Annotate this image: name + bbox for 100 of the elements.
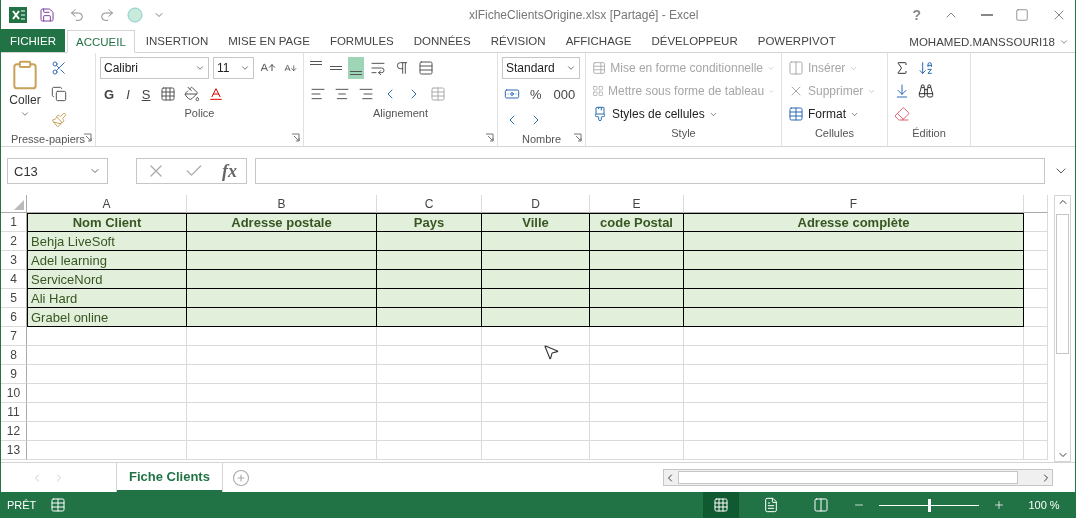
help-button[interactable]: ? (912, 7, 921, 23)
grid-cell (1024, 251, 1048, 270)
font-style-button[interactable]: G (100, 84, 119, 104)
copy-icon (51, 86, 67, 102)
grid-cell (1024, 289, 1048, 308)
grid-cell (1024, 270, 1048, 289)
number-format-field[interactable]: Standard (502, 57, 580, 79)
grid-cell (1024, 308, 1048, 327)
ribbon-item-icon (592, 60, 607, 76)
paste-button[interactable]: Coller (5, 57, 45, 131)
align-left-icon (310, 86, 326, 102)
dialog-launcher-icon[interactable] (485, 133, 494, 142)
binoculars-icon (918, 83, 934, 99)
table-cell: Adresse complète (684, 213, 1024, 232)
pilcrow-icon (394, 60, 410, 76)
table-cell: ServiceNord (27, 270, 187, 289)
zoom-in-icon[interactable] (993, 499, 1005, 511)
group-label: Nombre (521, 132, 562, 147)
view-icon (713, 497, 729, 513)
grid-cell (1024, 422, 1048, 441)
vertical-scrollbar[interactable] (1054, 195, 1071, 462)
dialog-launcher-icon[interactable] (573, 133, 582, 142)
text-angle-icon (370, 60, 386, 76)
ribbon-menu-item[interactable]: Format (786, 103, 883, 125)
view-icon (813, 497, 829, 513)
formula-input[interactable] (255, 158, 1045, 184)
ribbon-tab[interactable]: FICHIER (1, 29, 65, 52)
group-label: Style (671, 126, 696, 141)
group-label: Police (184, 106, 215, 121)
table-cell: Pays (377, 213, 482, 232)
number-style-button[interactable]: % (526, 84, 546, 104)
window-title: xlFicheClientsOrigine.xlsx [Partagé] - Excel (468, 8, 700, 22)
grid-cell (1024, 365, 1048, 384)
align-right-icon (358, 86, 374, 102)
zoom-reading[interactable]: 100 % (1019, 499, 1069, 511)
table-cell: Ali Hard (27, 289, 187, 308)
number-style-button[interactable]: 000 (549, 84, 580, 104)
grid-cell (1024, 346, 1048, 365)
dialog-launcher-icon[interactable] (83, 133, 92, 142)
paint-bucket-icon (184, 86, 201, 102)
font-style-button[interactable]: S (137, 84, 155, 104)
ribbon-item-icon (788, 60, 804, 76)
eraser-icon (894, 106, 910, 122)
ribbon-menu-item[interactable]: Styles de cellules (590, 103, 777, 125)
align-center-icon (334, 86, 350, 102)
grid-cell (1024, 384, 1048, 403)
horizontal-scrollbar[interactable] (663, 469, 1053, 486)
vertical-align-button[interactable] (348, 57, 364, 79)
scroll-thumb[interactable] (678, 471, 1018, 484)
caret-icon (566, 63, 576, 73)
font-style-button[interactable]: I (122, 84, 134, 104)
mouse-cursor-icon (542, 343, 560, 361)
save-icon (39, 7, 55, 23)
view-icon (763, 497, 779, 513)
banknote-icon (504, 86, 520, 102)
table-cell: Ville (482, 213, 590, 232)
account-name[interactable]: MOHAMED.MANSSOURI18 (909, 36, 1055, 48)
view-button[interactable] (703, 492, 739, 518)
sigma-icon (894, 60, 910, 76)
grid-cell (1024, 232, 1048, 251)
grid-cell (1024, 213, 1048, 232)
add-sheet-icon[interactable] (231, 468, 250, 487)
caret-icon (20, 109, 30, 119)
group-label: Cellules (814, 126, 855, 141)
merge-cells-icon (430, 86, 446, 102)
caret-icon (195, 63, 205, 73)
ribbon-tab[interactable]: ACCUEIL (67, 30, 135, 53)
font-name-field[interactable]: Calibri (100, 57, 209, 79)
align-lines-icon (310, 61, 322, 65)
caret-icon (1059, 37, 1069, 47)
scissors-icon (51, 60, 67, 76)
ribbon-item-icon (592, 83, 605, 99)
ribbon-item-icon (788, 106, 804, 122)
sheet-tab[interactable]: Fiche Clients (117, 462, 222, 492)
grid-cell (1024, 327, 1048, 346)
insert-function-button[interactable]: fx (222, 160, 237, 182)
scroll-thumb[interactable] (1056, 214, 1069, 354)
sort-icon (918, 60, 934, 76)
maximize-icon (1015, 8, 1029, 22)
ribbon-item-icon (592, 106, 608, 122)
borders-icon (160, 86, 177, 102)
table-cell: Behja LiveSoft (27, 232, 187, 251)
table-cell: Adel learning (27, 251, 187, 270)
align-lines-icon (350, 71, 362, 75)
redo-icon (99, 7, 115, 23)
paintbrush-icon (51, 112, 67, 128)
dialog-launcher-icon[interactable] (291, 133, 300, 142)
table-cell: Grabel online (27, 308, 187, 327)
font-size-field[interactable]: 11 (213, 57, 254, 79)
grid-cell (1024, 441, 1048, 460)
zoom-thumb[interactable] (928, 498, 931, 512)
table-cell: Nom Client (27, 213, 187, 232)
fill-down-icon (894, 83, 910, 99)
status-text: PRÊT (7, 499, 37, 511)
name-box[interactable]: C13 (7, 158, 108, 184)
align-lines-icon (330, 66, 342, 70)
table-cell: code Postal (590, 213, 684, 232)
app-logo-icon (9, 6, 27, 24)
undo-icon (69, 7, 85, 23)
caret-icon (240, 63, 250, 73)
